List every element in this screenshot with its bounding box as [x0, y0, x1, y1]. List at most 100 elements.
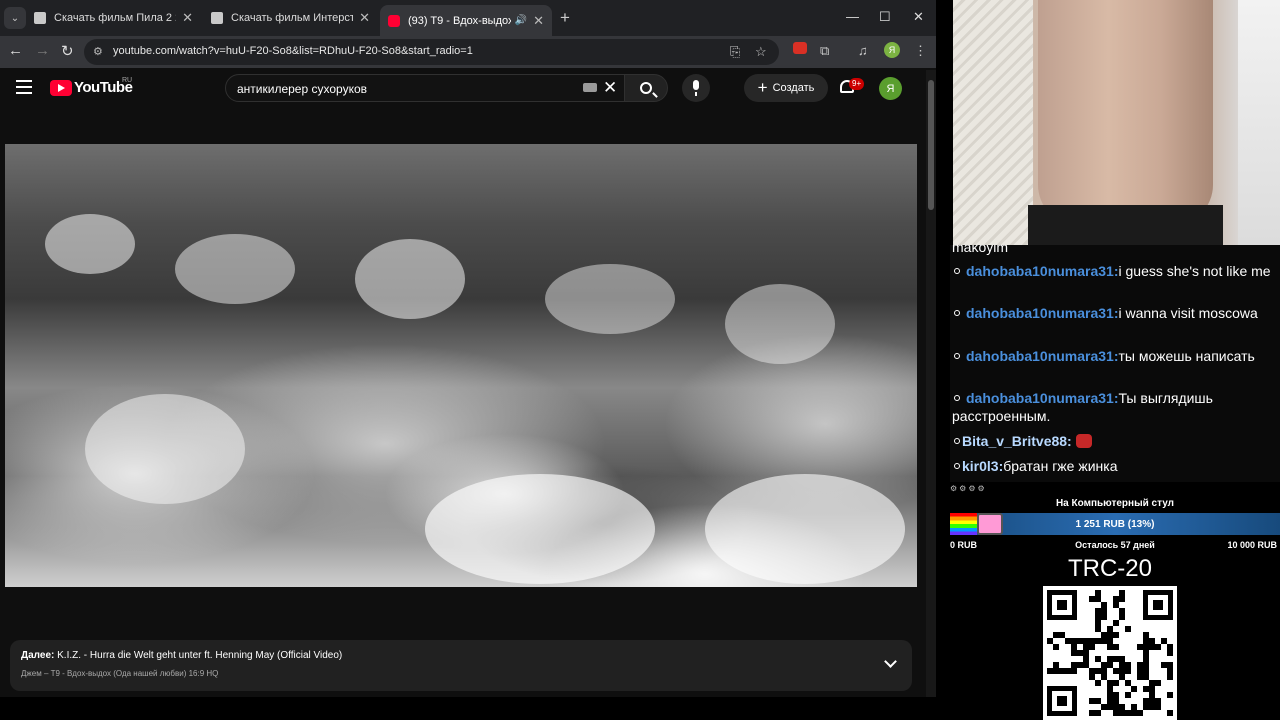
- region-code: RU: [122, 77, 133, 84]
- video-player[interactable]: [5, 144, 917, 587]
- chat-text: братан гже жинка: [1003, 458, 1118, 474]
- video-frame-detail: [355, 239, 465, 319]
- youtube-favicon-icon: [388, 14, 400, 27]
- up-next-line: Далее: K.I.Z. - Hurra die Welt geht unte…: [21, 650, 342, 661]
- qr-module: [1053, 644, 1059, 650]
- close-icon[interactable]: ✕: [533, 13, 544, 29]
- search-input[interactable]: антикилерер сухоруков ✕: [225, 74, 627, 102]
- tab-title: Скачать фильм Интерстеллар: [231, 12, 354, 24]
- url-text: youtube.com/watch?v=huU-F20-So8&list=RDh…: [113, 45, 473, 57]
- qr-module: [1089, 644, 1095, 650]
- webcam-person: [1028, 205, 1223, 245]
- up-next-card[interactable]: Далее: K.I.Z. - Hurra die Welt geht unte…: [10, 640, 912, 691]
- qr-module: [1137, 710, 1143, 716]
- chat-text: i wanna visit moscowa: [1118, 305, 1258, 321]
- close-icon[interactable]: ✕: [359, 10, 370, 26]
- close-icon[interactable]: ✕: [182, 10, 193, 26]
- bullet-icon: [954, 438, 960, 444]
- tab-saw-2[interactable]: Скачать фильм Пила 2 2005г ✕: [26, 5, 201, 31]
- qr-module: [1119, 614, 1125, 620]
- chat-message: dahobaba10numara31:i wanna visit moscowa: [952, 304, 1274, 322]
- donation-goal: На Компьютерный стул 1 251 RUB (13%) 0 R…: [950, 495, 1280, 555]
- close-window-button[interactable]: ✕: [913, 9, 924, 25]
- forward-arrow-icon[interactable]: →: [35, 42, 50, 59]
- menu-kebab-icon[interactable]: ⋮: [914, 43, 927, 59]
- chat-message: dahobaba10numara31:i guess she's not lik…: [952, 262, 1274, 280]
- video-frame-detail: [175, 234, 295, 304]
- qr-module: [1113, 644, 1119, 650]
- extension-badge-icon[interactable]: [793, 42, 807, 54]
- qr-finder-pattern: [1143, 590, 1173, 620]
- bullet-icon: [954, 463, 960, 469]
- chat-text: i guess she's not like me: [1118, 263, 1271, 279]
- bullet-icon: [954, 395, 960, 401]
- create-button[interactable]: + Создать: [744, 74, 828, 102]
- qr-module: [1155, 680, 1161, 686]
- qr-module: [1155, 704, 1161, 710]
- search-button[interactable]: [624, 74, 668, 102]
- clear-search-icon[interactable]: ✕: [603, 78, 617, 98]
- qr-module: [1167, 674, 1173, 680]
- notifications-badge: 9+: [849, 78, 865, 90]
- chevron-down-icon[interactable]: [884, 655, 897, 668]
- youtube-logo-icon[interactable]: [50, 80, 72, 96]
- qr-finder-pattern: [1047, 686, 1077, 716]
- webcam-feed: [953, 0, 1280, 245]
- chat-username: dahobaba10numara31:: [966, 348, 1119, 364]
- up-next-title: K.I.Z. - Hurra die Welt geht unter ft. H…: [57, 650, 343, 661]
- new-tab-button[interactable]: +: [560, 8, 570, 28]
- qr-module: [1101, 614, 1107, 620]
- video-frame-detail: [545, 264, 675, 334]
- wallet-label: TRC-20: [1067, 555, 1152, 582]
- voice-search-button[interactable]: [682, 74, 710, 102]
- tab-interstellar[interactable]: Скачать фильм Интерстеллар ✕: [203, 5, 378, 31]
- tab-title: Скачать фильм Пила 2 2005г: [54, 12, 176, 24]
- qr-module: [1125, 692, 1131, 698]
- profile-avatar[interactable]: Я: [884, 42, 900, 58]
- speaker-icon[interactable]: 🔊: [515, 15, 527, 26]
- tab-youtube[interactable]: (93) T9 - Вдох-выдох (Ода 🔊 ✕: [380, 5, 552, 36]
- install-app-icon[interactable]: ⎘: [730, 44, 740, 60]
- account-avatar[interactable]: Я: [879, 77, 902, 100]
- hamburger-menu-icon[interactable]: [16, 80, 32, 94]
- bookmark-star-icon[interactable]: ☆: [755, 44, 767, 60]
- chat-message: Bita_v_Britve88:: [952, 432, 1274, 450]
- qr-module: [1071, 668, 1077, 674]
- qr-module: [1125, 626, 1131, 632]
- qr-finder-pattern: [1047, 590, 1077, 620]
- qr-module: [1113, 632, 1119, 638]
- scrollbar-thumb[interactable]: [928, 80, 934, 210]
- qr-module: [1095, 680, 1101, 686]
- playlist-subtitle: Джем – T9 - Вдох-выдох (Ода нашей любви)…: [21, 669, 219, 678]
- extensions-icon[interactable]: ⧉: [820, 43, 829, 59]
- up-next-label: Далее:: [21, 650, 55, 661]
- site-info-icon[interactable]: ⚙: [93, 45, 103, 58]
- chat-username: dahobaba10numara31:: [966, 305, 1119, 321]
- tab-strip: ⌄ Скачать фильм Пила 2 2005г ✕ Скачать ф…: [0, 0, 936, 36]
- overlay-badges-icon: ⚙⚙⚙⚙: [950, 484, 987, 493]
- keyboard-icon[interactable]: [583, 83, 597, 92]
- media-control-icon[interactable]: ♫: [858, 43, 868, 58]
- qr-module: [1095, 710, 1101, 716]
- reload-icon[interactable]: ↻: [61, 42, 74, 60]
- chat-message: dahobaba10numara31:ты можешь написать: [952, 347, 1274, 365]
- create-label: Создать: [772, 82, 815, 94]
- page-icon: [34, 12, 46, 24]
- video-frame-detail: [425, 474, 655, 584]
- maximize-button[interactable]: ☐: [879, 9, 891, 25]
- goal-title: На Компьютерный стул: [1055, 498, 1175, 509]
- goal-max: 10 000 RUB: [1227, 540, 1277, 550]
- page-scrollbar[interactable]: [926, 70, 936, 697]
- stream-chat: makoyim dahobaba10numara31:i guess she's…: [950, 245, 1280, 482]
- qr-module: [1125, 668, 1131, 674]
- video-frame-detail: [705, 474, 905, 584]
- tab-search-button[interactable]: ⌄: [4, 7, 26, 29]
- qr-code: [1043, 586, 1177, 720]
- minimize-button[interactable]: —: [846, 9, 859, 24]
- qr-module: [1119, 596, 1125, 602]
- bullet-icon: [954, 310, 960, 316]
- address-input[interactable]: ⚙ youtube.com/watch?v=huU-F20-So8&list=R…: [84, 39, 779, 65]
- bullet-icon: [954, 268, 960, 274]
- back-arrow-icon[interactable]: ←: [8, 42, 23, 59]
- webcam-person: [1038, 0, 1213, 225]
